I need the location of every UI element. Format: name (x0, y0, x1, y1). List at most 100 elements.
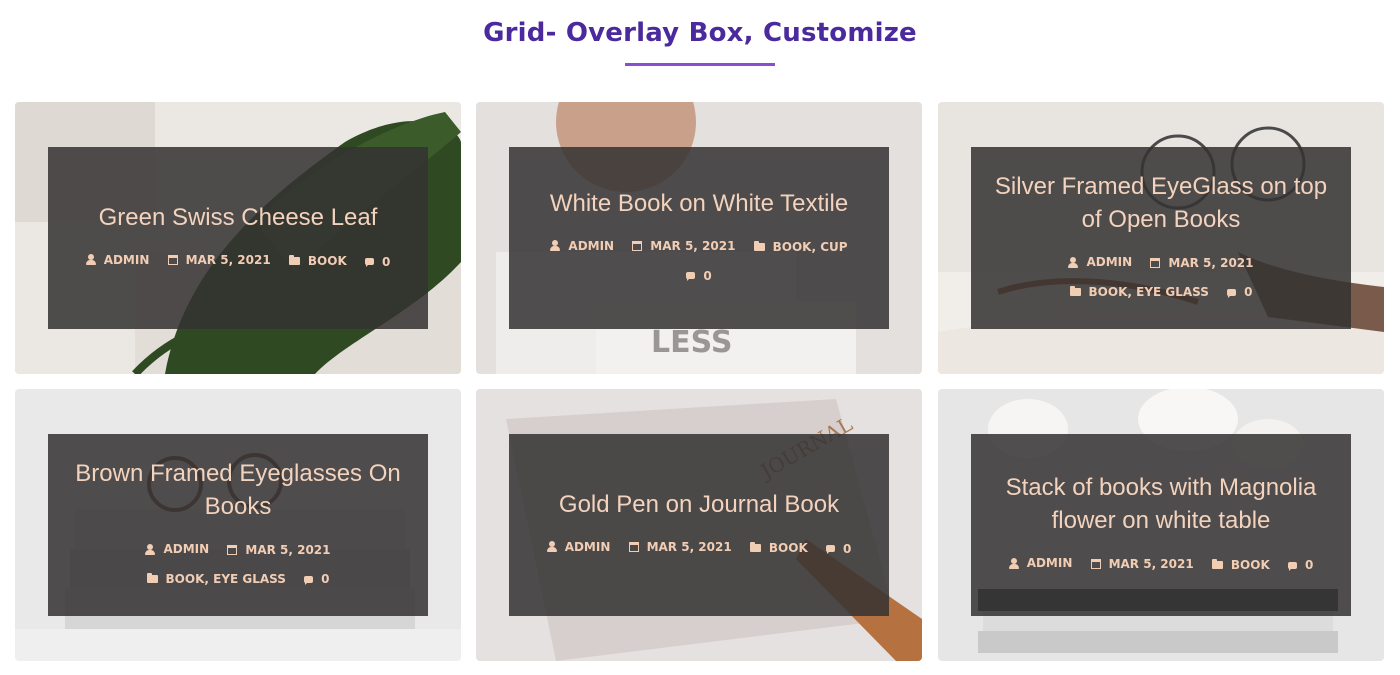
post-title[interactable]: Gold Pen on Journal Book (559, 488, 839, 521)
post-overlay: White Book on White Textile ADMIN MAR 5,… (509, 147, 889, 329)
calendar-icon (227, 544, 238, 555)
post-comments[interactable]: 0 (364, 248, 390, 276)
post-author[interactable]: ADMIN (1008, 549, 1073, 577)
post-meta: ADMIN MAR 5, 2021 BOOK, CUP 0 (529, 232, 869, 290)
comment-icon (825, 545, 835, 554)
calendar-icon (167, 255, 178, 265)
post-overlay: Silver Framed EyeGlass on top of Open Bo… (971, 147, 1351, 329)
category-link[interactable]: EYE GLASS (213, 565, 286, 593)
post-meta: ADMIN MAR 5, 2021 BOOK 0 (79, 246, 398, 276)
post-categories: BOOK, EYE GLASS (146, 565, 286, 593)
post-meta: ADMIN MAR 5, 2021 BOOK, EYE GLASS 0 (68, 535, 408, 593)
post-card[interactable]: Stack of books with Magnolia flower on w… (938, 389, 1384, 661)
post-title[interactable]: Brown Framed Eyeglasses On Books (66, 457, 410, 523)
post-date: MAR 5, 2021 (1150, 249, 1254, 277)
post-card[interactable]: Silver Framed EyeGlass on top of Open Bo… (938, 102, 1384, 374)
calendar-icon (1150, 257, 1161, 268)
date-text: MAR 5, 2021 (245, 542, 331, 557)
folder-icon (753, 241, 765, 251)
calendar-icon (1090, 558, 1101, 569)
post-author[interactable]: ADMIN (85, 246, 150, 274)
comment-count[interactable]: 0 (1244, 278, 1252, 306)
author-name[interactable]: ADMIN (1027, 549, 1073, 577)
post-date: MAR 5, 2021 (167, 246, 271, 274)
category-link[interactable]: BOOK (769, 534, 808, 562)
author-name[interactable]: ADMIN (1086, 248, 1132, 276)
date-text: MAR 5, 2021 (185, 253, 271, 267)
user-icon (85, 254, 96, 265)
user-icon (550, 240, 561, 251)
post-title[interactable]: Silver Framed EyeGlass on top of Open Bo… (989, 170, 1333, 236)
post-overlay: Brown Framed Eyeglasses On Books ADMIN M… (48, 434, 428, 616)
post-categories: BOOK, CUP (753, 233, 848, 261)
author-name[interactable]: ADMIN (568, 232, 614, 260)
comment-icon (686, 272, 696, 281)
date-text: MAR 5, 2021 (1168, 255, 1254, 270)
post-author[interactable]: ADMIN (546, 533, 611, 561)
author-name[interactable]: ADMIN (163, 535, 209, 563)
post-meta: ADMIN MAR 5, 2021 BOOK, EYE GLASS 0 (991, 248, 1331, 306)
post-date: MAR 5, 2021 (1090, 550, 1194, 578)
date-text: MAR 5, 2021 (1108, 556, 1194, 571)
post-categories: BOOK (749, 534, 808, 562)
post-date: MAR 5, 2021 (628, 533, 732, 561)
user-icon (546, 541, 557, 552)
comment-icon (1227, 288, 1237, 298)
post-categories: BOOK (288, 247, 347, 275)
post-comments[interactable]: 0 (1227, 278, 1252, 306)
comment-count[interactable]: 0 (321, 565, 329, 593)
comment-count[interactable]: 0 (703, 262, 711, 290)
folder-icon (1211, 558, 1223, 569)
post-title[interactable]: White Book on White Textile (550, 187, 848, 220)
comment-icon (304, 575, 314, 585)
post-card[interactable]: Brown Framed Eyeglasses On Books ADMIN M… (15, 389, 461, 661)
comment-count[interactable]: 0 (382, 248, 390, 276)
folder-icon (1069, 285, 1081, 296)
folder-icon (146, 572, 158, 583)
comment-count[interactable]: 0 (843, 535, 851, 563)
post-date: MAR 5, 2021 (227, 536, 331, 564)
category-link[interactable]: BOOK (773, 233, 812, 261)
user-icon (1068, 256, 1079, 268)
post-card[interactable]: Green Swiss Cheese Leaf ADMIN MAR 5, 202… (15, 102, 461, 374)
user-icon (1008, 557, 1019, 569)
category-link[interactable]: BOOK (166, 565, 205, 593)
post-overlay: Gold Pen on Journal Book ADMIN MAR 5, 20… (509, 434, 889, 616)
post-meta: ADMIN MAR 5, 2021 BOOK 0 (540, 533, 859, 563)
post-card[interactable]: LESS White Book on White Textile ADMIN M… (476, 102, 922, 374)
post-comments[interactable]: 0 (304, 565, 329, 593)
post-author[interactable]: ADMIN (145, 535, 209, 563)
post-meta: ADMIN MAR 5, 2021 BOOK 0 (1002, 549, 1321, 579)
date-text: MAR 5, 2021 (650, 239, 736, 253)
post-comments[interactable]: 0 (1287, 551, 1313, 579)
post-title[interactable]: Green Swiss Cheese Leaf (99, 201, 378, 234)
post-author[interactable]: ADMIN (1068, 248, 1132, 276)
post-overlay: Stack of books with Magnolia flower on w… (971, 434, 1351, 616)
folder-icon (288, 255, 300, 265)
author-name[interactable]: ADMIN (565, 533, 611, 561)
category-link[interactable]: BOOK (308, 247, 347, 275)
category-link[interactable]: BOOK (1231, 551, 1270, 579)
date-text: MAR 5, 2021 (646, 540, 732, 554)
post-comments[interactable]: 0 (825, 535, 851, 563)
category-link[interactable]: BOOK (1089, 278, 1128, 306)
svg-text:LESS: LESS (651, 325, 732, 360)
comment-icon (364, 258, 374, 267)
calendar-icon (632, 241, 643, 251)
user-icon (145, 543, 156, 555)
post-categories: BOOK, EYE GLASS (1069, 278, 1209, 306)
post-date: MAR 5, 2021 (632, 232, 735, 260)
post-comments[interactable]: 0 (686, 262, 712, 290)
comment-count[interactable]: 0 (1305, 551, 1313, 579)
calendar-icon (628, 542, 639, 552)
folder-icon (749, 542, 761, 552)
category-link[interactable]: EYE GLASS (1136, 278, 1209, 306)
post-title[interactable]: Stack of books with Magnolia flower on w… (989, 471, 1333, 537)
author-name[interactable]: ADMIN (104, 246, 150, 274)
comment-icon (1287, 561, 1297, 571)
post-author[interactable]: ADMIN (550, 232, 614, 260)
post-categories: BOOK (1211, 551, 1270, 579)
post-overlay: Green Swiss Cheese Leaf ADMIN MAR 5, 202… (48, 147, 428, 329)
post-card[interactable]: JOURNAL Gold Pen on Journal Book ADMIN M… (476, 389, 922, 661)
category-link[interactable]: CUP (820, 233, 847, 261)
